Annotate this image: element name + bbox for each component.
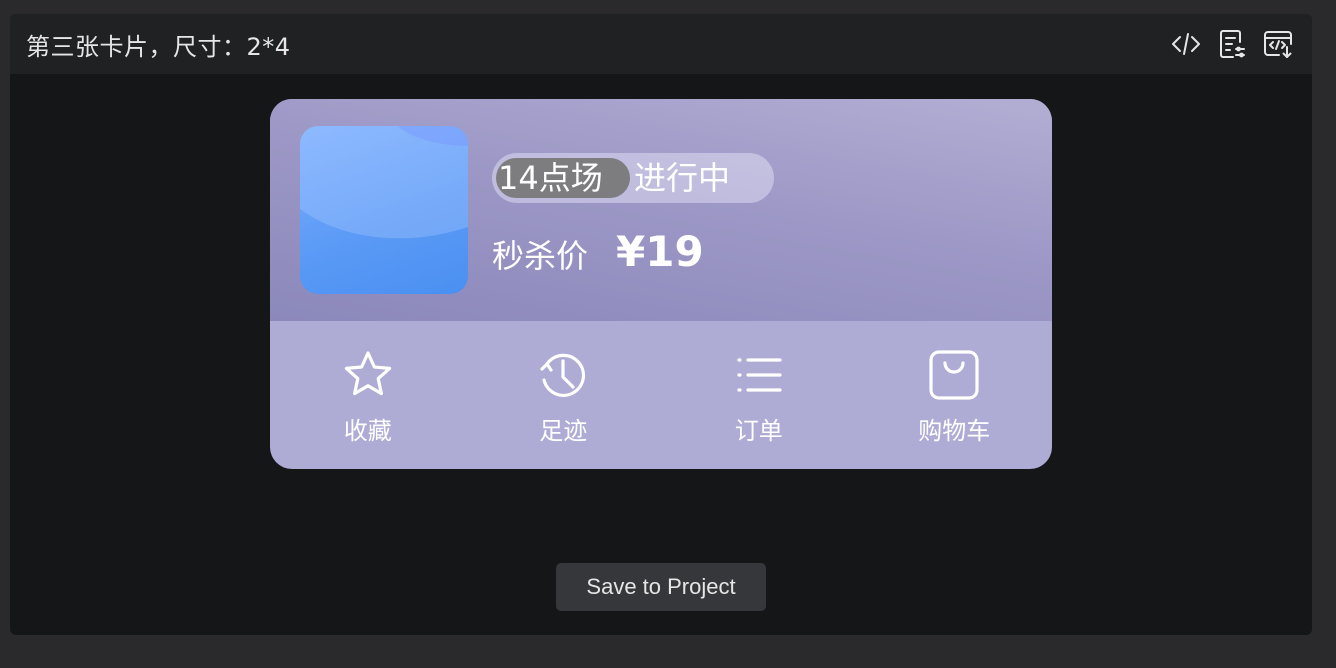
history-label: 足迹 xyxy=(539,417,588,445)
flash-sale-card[interactable]: 14点场 进行中 秒杀价 ¥19 收藏 足迹 订单 购物车 xyxy=(270,99,1052,469)
favorites-button[interactable]: 收藏 xyxy=(270,321,466,469)
document-settings-icon[interactable] xyxy=(1216,28,1248,60)
price-label: 秒杀价 xyxy=(492,237,589,275)
shopping-bag-icon xyxy=(929,350,979,400)
session-pill: 14点场 进行中 xyxy=(492,153,774,203)
header-toolbar xyxy=(1170,28,1294,60)
orders-label: 订单 xyxy=(734,417,783,445)
code-icon[interactable] xyxy=(1170,28,1202,60)
session-time-badge: 14点场 xyxy=(496,158,630,198)
session-status: 进行中 xyxy=(634,159,731,197)
panel-title: 第三张卡片，尺寸：2*4 xyxy=(26,33,291,61)
history-button[interactable]: 足迹 xyxy=(466,321,662,469)
favorites-label: 收藏 xyxy=(343,417,392,445)
price-value: ¥19 xyxy=(616,227,704,276)
orders-button[interactable]: 订单 xyxy=(661,321,857,469)
cart-button[interactable]: 购物车 xyxy=(857,321,1053,469)
card-top-section: 14点场 进行中 秒杀价 ¥19 xyxy=(270,99,1052,321)
cart-label: 购物车 xyxy=(918,417,991,445)
list-icon xyxy=(737,358,782,392)
product-thumbnail[interactable] xyxy=(300,126,468,294)
preview-panel: 第三张卡片，尺寸：2*4 14点场 进行中 秒杀价 ¥19 收藏 足迹 订单 购… xyxy=(10,14,1312,635)
clock-icon xyxy=(540,353,586,397)
card-actions: 收藏 足迹 订单 购物车 xyxy=(270,321,1052,469)
save-to-project-button[interactable]: Save to Project xyxy=(556,563,766,611)
panel-header: 第三张卡片，尺寸：2*4 xyxy=(10,14,1312,74)
star-icon xyxy=(344,351,391,396)
code-window-icon[interactable] xyxy=(1262,28,1294,60)
